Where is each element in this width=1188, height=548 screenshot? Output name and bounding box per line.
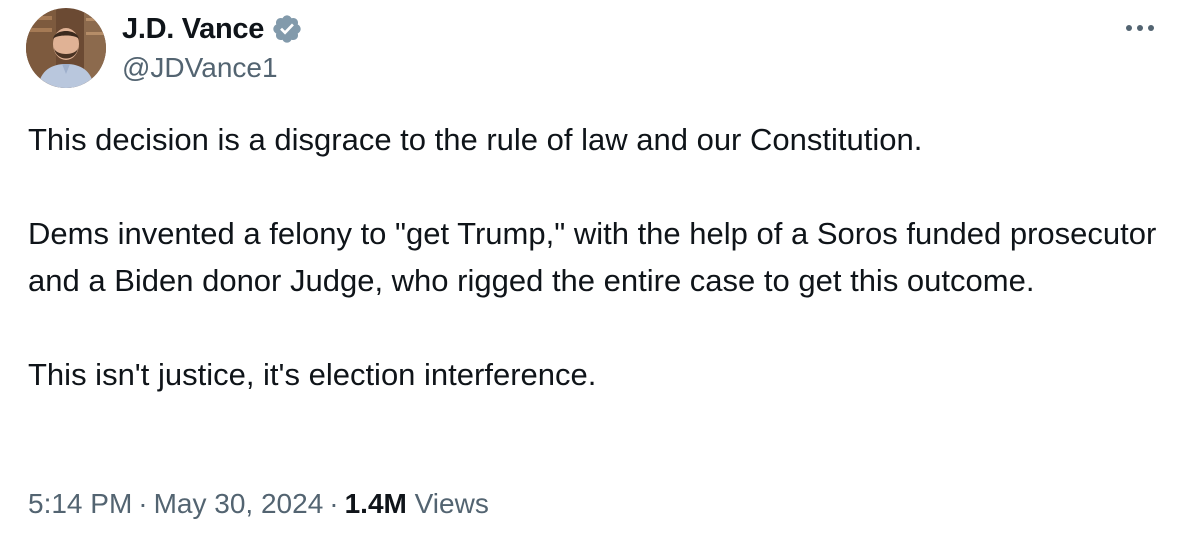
tweet-timestamp[interactable]: 5:14 PM · May 30, 2024 xyxy=(28,488,323,519)
tweet-paragraph: This decision is a disgrace to the rule … xyxy=(28,122,923,157)
avatar[interactable] xyxy=(26,8,106,88)
views-count: 1.4M xyxy=(344,488,407,519)
verified-badge-icon[interactable] xyxy=(271,13,303,45)
more-horizontal-icon xyxy=(1126,25,1132,31)
more-options-button[interactable] xyxy=(1118,12,1162,44)
author-handle[interactable]: @JDVance1 xyxy=(122,52,278,84)
tweet-paragraph: This isn't justice, it's election interf… xyxy=(28,357,597,392)
meta-separator: · xyxy=(138,488,148,519)
tweet-card: J.D. Vance @JDVance1 This decision is a … xyxy=(0,0,1188,548)
tweet-date: May 30, 2024 xyxy=(153,488,324,519)
avatar-image xyxy=(26,8,106,88)
meta-separator: · xyxy=(329,488,339,519)
author-name[interactable]: J.D. Vance xyxy=(122,13,264,46)
tweet-time: 5:14 PM xyxy=(28,488,133,519)
tweet-text: This decision is a disgrace to the rule … xyxy=(28,116,1168,398)
author-name-row: J.D. Vance xyxy=(122,10,303,48)
tweet-paragraph: Dems invented a felony to "get Trump," w… xyxy=(28,216,1157,298)
views-label: Views xyxy=(414,488,489,519)
tweet-meta: 5:14 PM · May 30, 2024 · 1.4M Views xyxy=(28,484,489,524)
more-horizontal-icon-dot xyxy=(1148,25,1154,31)
more-horizontal-icon-dot xyxy=(1137,25,1143,31)
